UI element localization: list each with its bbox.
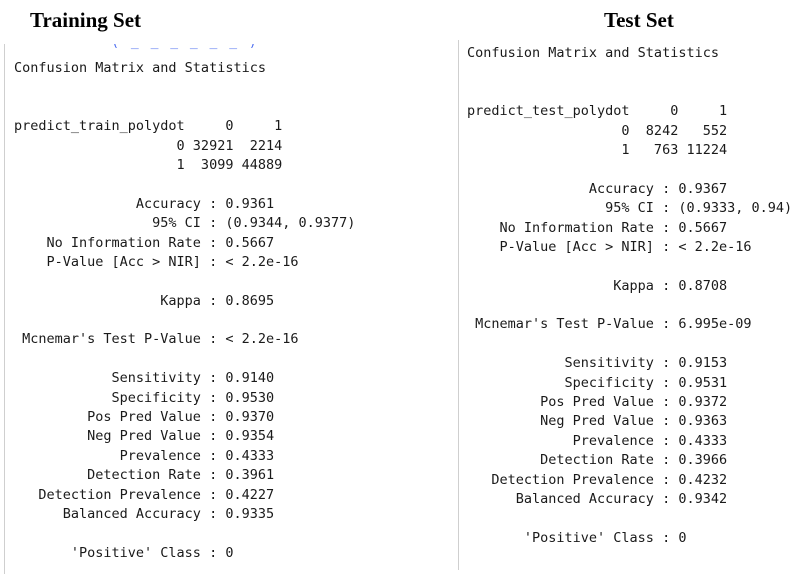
console-line: 1 3099 44889 [14,156,283,173]
console-line: Accuracy : 0.9361 [14,195,275,212]
console-line: 0 32921 2214 [14,137,283,154]
console-line: Sensitivity : 0.9140 [14,370,275,387]
test-console-output: Confusion Matrix and Statistics predict_t… [458,40,800,570]
console-line: Mcnemar's Test P-Value : < 2.2e-16 [14,331,299,348]
console-line: 95% CI : (0.9333, 0.94) [467,200,793,217]
console-line: 'Positive' Class : 0 [14,544,234,561]
console-line: Specificity : 0.9530 [14,389,275,406]
training-console-output: · · · · · ( _ _ _ _ _ _ ) Confusion Matr… [4,44,445,574]
console-line: predict_train_polydot 0 1 [14,118,283,135]
console-line: 0 8242 552 [467,122,728,139]
console-line: Balanced Accuracy : 0.9342 [467,490,728,507]
console-line: Prevalence : 0.4333 [467,432,728,449]
console-line: P-Value [Acc > NIR] : < 2.2e-16 [14,253,299,270]
console-line: Detection Prevalence : 0.4232 [467,471,728,488]
console-line: No Information Rate : 0.5667 [14,234,275,251]
clipped-previous-line: · · · · · ( _ _ _ _ _ _ ) [13,44,313,50]
console-line: Detection Rate : 0.3966 [467,452,728,469]
console-line: Kappa : 0.8708 [467,277,728,294]
training-set-heading: Training Set [30,8,142,32]
console-line: Mcnemar's Test P-Value : 6.995e-09 [467,316,752,333]
console-line: Accuracy : 0.9367 [467,180,728,197]
test-set-heading: Test Set [604,8,674,32]
console-line: P-Value [Acc > NIR] : < 2.2e-16 [467,238,752,255]
console-line: Balanced Accuracy : 0.9335 [14,505,275,522]
training-stats-text: Confusion Matrix and Statistics predict_t… [14,59,355,563]
console-line: Detection Rate : 0.3961 [14,467,275,484]
console-line: predict_test_polydot 0 1 [467,103,728,120]
test-stats-text: Confusion Matrix and Statistics predict_t… [467,44,792,548]
console-line: Sensitivity : 0.9153 [467,355,728,372]
console-line: Kappa : 0.8695 [14,292,275,309]
console-line: Neg Pred Value : 0.9363 [467,413,728,430]
console-line: 95% CI : (0.9344, 0.9377) [14,215,356,232]
console-line: 1 763 11224 [467,141,728,158]
console-line: 'Positive' Class : 0 [467,529,687,546]
console-line: No Information Rate : 0.5667 [467,219,728,236]
console-line: Pos Pred Value : 0.9372 [467,394,728,411]
console-line: Prevalence : 0.4333 [14,447,275,464]
console-line: Confusion Matrix and Statistics [14,60,266,76]
console-line: Specificity : 0.9531 [467,374,728,391]
console-line: Detection Prevalence : 0.4227 [14,486,275,503]
console-line: Neg Pred Value : 0.9354 [14,428,275,445]
console-line: Pos Pred Value : 0.9370 [14,409,275,426]
console-line: Confusion Matrix and Statistics [467,45,719,61]
